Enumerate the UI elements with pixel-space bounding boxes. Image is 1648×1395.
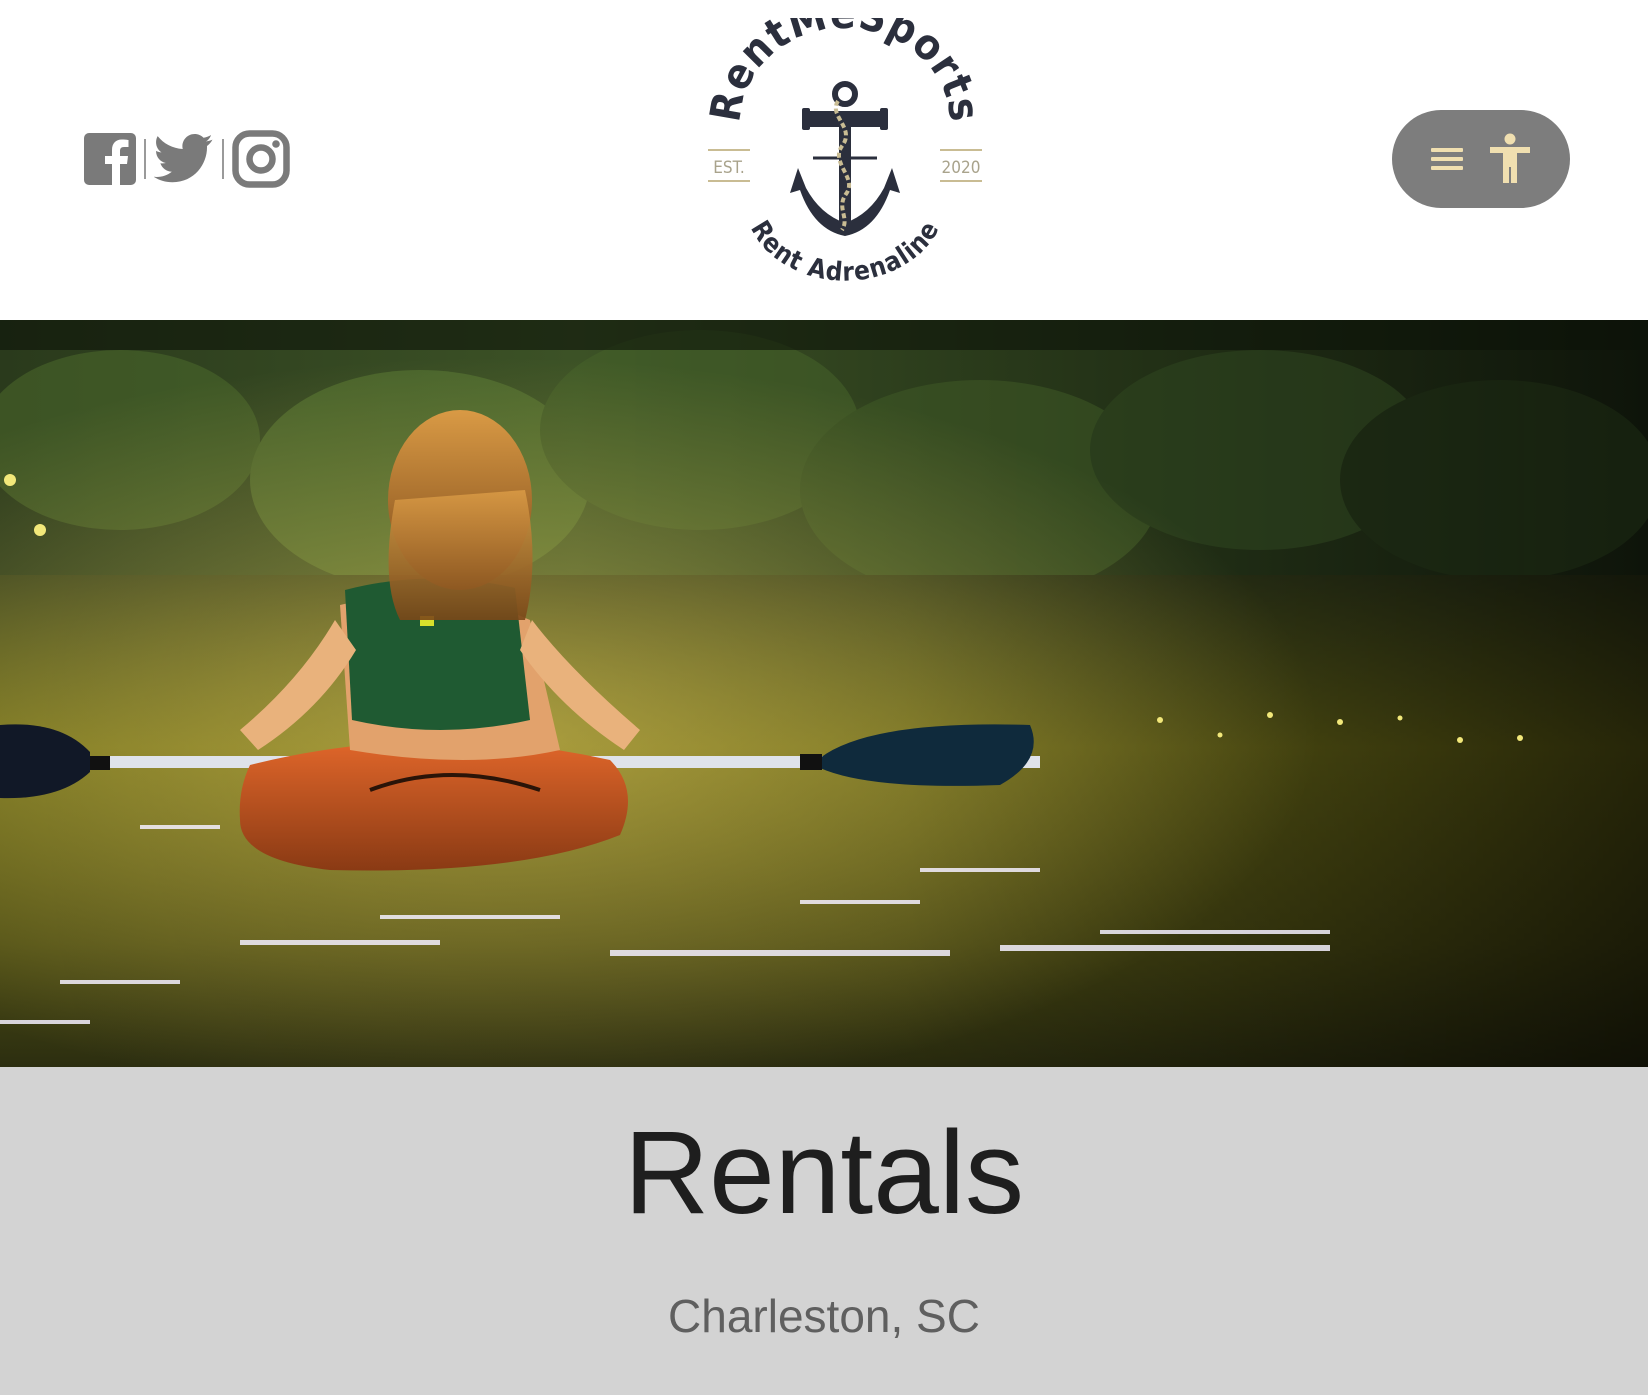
twitter-icon [154, 134, 213, 183]
site-logo[interactable]: RentMeSports Rent Adrenaline EST. 2020 [700, 0, 990, 290]
site-header: RentMeSports Rent Adrenaline EST. 2020 [0, 0, 1648, 320]
accessibility-icon[interactable] [1489, 133, 1531, 185]
instagram-link[interactable] [232, 130, 290, 188]
logo-year: 2020 [942, 158, 981, 178]
facebook-icon [84, 133, 136, 185]
hamburger-icon[interactable] [1431, 146, 1463, 172]
facebook-link[interactable] [84, 133, 136, 185]
social-separator [144, 139, 146, 179]
menu-accessibility-button[interactable] [1392, 110, 1570, 208]
svg-text:RentMeSports: RentMeSports [700, 18, 989, 125]
logo-brand: RentMeSports [700, 0, 988, 125]
page-subtitle: Charleston, SC [668, 1290, 980, 1342]
logo-est: EST. [713, 158, 745, 178]
hero-image [0, 320, 1648, 1067]
page-title: Rentals [623, 1107, 1025, 1239]
twitter-link[interactable] [154, 134, 214, 184]
social-separator [222, 139, 224, 179]
social-links [84, 130, 290, 188]
anchor-icon [790, 81, 900, 236]
instagram-icon [232, 130, 290, 188]
